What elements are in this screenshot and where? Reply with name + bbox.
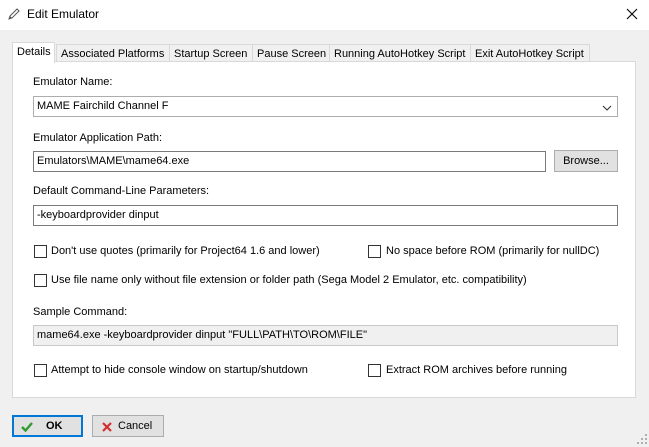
tab-label: Running AutoHotkey Script [334,48,466,60]
window-title: Edit Emulator [27,7,100,21]
no-space-checkbox[interactable] [368,245,381,258]
emulator-name-label: Emulator Name: [33,76,113,88]
tab-running-autohotkey-script[interactable]: Running AutoHotkey Script [329,44,471,62]
close-button[interactable] [615,0,649,30]
tab-label: Exit AutoHotkey Script [475,48,584,60]
details-panel: Emulator Name: MAME Fairchild Channel F … [12,61,636,398]
ok-label: OK [46,420,63,432]
application-path-label: Emulator Application Path: [33,132,163,144]
emulator-name-value: MAME Fairchild Channel F [37,100,169,112]
application-path-input[interactable]: Emulators\MAME\mame64.exe [33,151,546,172]
tab-pause-screen[interactable]: Pause Screen [252,44,330,62]
browse-label: Browse... [563,155,609,167]
hide-console-label[interactable]: Attempt to hide console window on startu… [51,364,308,376]
tab-associated-platforms[interactable]: Associated Platforms [56,44,170,62]
tab-label: Associated Platforms [61,48,165,60]
tab-exit-autohotkey-script[interactable]: Exit AutoHotkey Script [470,44,590,62]
cancel-label: Cancel [118,420,153,432]
pencil-icon [7,7,21,21]
command-line-parameters-value: -keyboardprovider dinput [37,209,159,221]
extract-rom-checkbox[interactable] [368,364,381,377]
sample-command-field: mame64.exe -keyboardprovider dinput "FUL… [33,325,618,346]
tab-label: Pause Screen [257,48,327,60]
tab-label: Details [17,46,51,58]
sample-command-label: Sample Command: [33,306,128,318]
command-line-parameters-label: Default Command-Line Parameters: [33,185,210,197]
extract-rom-label[interactable]: Extract ROM archives before running [386,364,567,376]
cancel-button[interactable]: Cancel [92,415,164,437]
close-icon [626,8,638,23]
hide-console-checkbox[interactable] [34,364,47,377]
resize-grip-icon[interactable] [637,434,647,444]
no-space-label[interactable]: No space before ROM (primarily for nullD… [386,245,599,257]
tab-details[interactable]: Details [12,42,55,63]
ok-button[interactable]: OK [12,415,83,437]
application-path-value: Emulators\MAME\mame64.exe [37,155,190,167]
browse-button[interactable]: Browse... [554,150,618,172]
sample-command-value: mame64.exe -keyboardprovider dinput "FUL… [37,329,367,341]
file-name-only-checkbox[interactable] [34,274,47,287]
tab-startup-screen[interactable]: Startup Screen [169,44,253,62]
file-name-only-label[interactable]: Use file name only without file extensio… [51,274,527,286]
tab-label: Startup Screen [174,48,248,60]
chevron-down-icon [602,103,612,111]
command-line-parameters-input[interactable]: -keyboardprovider dinput [33,205,618,226]
emulator-name-combo[interactable]: MAME Fairchild Channel F [33,96,618,117]
x-icon [100,420,114,434]
no-quotes-checkbox[interactable] [34,245,47,258]
checkmark-icon [20,420,34,434]
title-bar: Edit Emulator [0,0,649,30]
no-quotes-label[interactable]: Don't use quotes (primarily for Project6… [51,245,320,257]
